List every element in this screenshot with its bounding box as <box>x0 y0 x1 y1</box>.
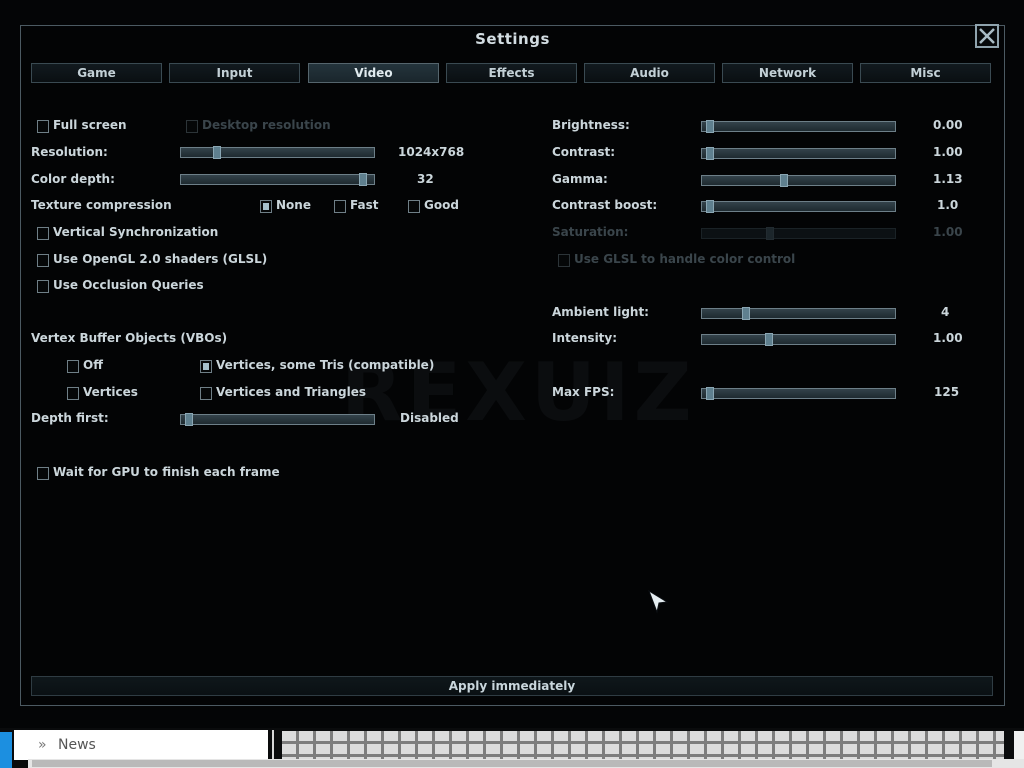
desktop-resolution-label: Desktop resolution <box>202 118 331 132</box>
dialog-title: Settings <box>475 30 550 48</box>
depth-first-slider[interactable] <box>180 413 375 426</box>
texture-fast-label: Fast <box>350 198 379 212</box>
vbo-off-label: Off <box>83 358 103 372</box>
vbo-vertices-some-tris-label: Vertices, some Tris (compatible) <box>216 358 435 372</box>
news-label: News <box>58 737 96 753</box>
saturation-slider <box>701 227 896 240</box>
tab-effects[interactable]: Effects <box>446 63 577 83</box>
vertical-scrollbar[interactable] <box>1014 731 1024 759</box>
saturation-slider-knob <box>766 227 774 240</box>
mouse-cursor-icon <box>648 590 669 614</box>
brightness-slider[interactable] <box>701 120 896 133</box>
taskbar-accent <box>0 732 12 768</box>
color-depth-slider-knob[interactable] <box>359 173 367 186</box>
depth-first-slider-knob[interactable] <box>185 413 193 426</box>
contrast-label: Contrast: <box>552 145 616 159</box>
occlusion-label: Use Occlusion Queries <box>53 278 204 292</box>
brightness-value: 0.00 <box>933 118 963 132</box>
vbo-vertices-triangles-radio[interactable] <box>200 387 212 400</box>
contrast-slider[interactable] <box>701 147 896 160</box>
texture-none-radio[interactable] <box>260 200 272 213</box>
gamma-label: Gamma: <box>552 172 608 186</box>
tab-network[interactable]: Network <box>722 63 853 83</box>
resolution-slider[interactable] <box>180 146 375 159</box>
color-depth-slider[interactable] <box>180 173 375 186</box>
saturation-value: 1.00 <box>933 225 963 239</box>
contrast-boost-label: Contrast boost: <box>552 198 658 212</box>
texture-compression-label: Texture compression <box>31 198 172 212</box>
vbo-vertices-label: Vertices <box>83 385 138 399</box>
max-fps-value: 125 <box>934 385 960 399</box>
ambient-light-label: Ambient light: <box>552 305 649 319</box>
texture-fast-radio[interactable] <box>334 200 346 213</box>
tab-audio[interactable]: Audio <box>584 63 715 83</box>
depth-first-label: Depth first: <box>31 411 109 425</box>
vbo-vertices-radio[interactable] <box>67 387 79 400</box>
texture-good-label: Good <box>424 198 459 212</box>
saturation-label: Saturation: <box>552 225 629 239</box>
intensity-slider[interactable] <box>701 333 896 346</box>
depth-first-value: Disabled <box>400 411 459 425</box>
tab-video[interactable]: Video <box>308 63 439 83</box>
full-screen-label: Full screen <box>53 118 127 132</box>
gamma-value: 1.13 <box>933 172 963 186</box>
occlusion-checkbox[interactable] <box>37 280 49 293</box>
apply-immediately-button[interactable]: Apply immediately <box>31 676 993 696</box>
ambient-light-slider-knob[interactable] <box>742 307 750 320</box>
max-fps-slider[interactable] <box>701 387 896 400</box>
double-chevron-icon: » <box>38 737 47 753</box>
close-button[interactable] <box>975 24 999 48</box>
max-fps-slider-knob[interactable] <box>706 387 714 400</box>
color-depth-value: 32 <box>417 172 434 186</box>
tile-grid-shadow <box>282 731 1004 759</box>
brightness-slider-knob[interactable] <box>706 120 714 133</box>
close-icon <box>979 28 995 44</box>
max-fps-label: Max FPS: <box>552 385 615 399</box>
ambient-light-value: 4 <box>941 305 950 319</box>
gamma-slider-knob[interactable] <box>780 174 788 187</box>
glsl-color-checkbox <box>558 254 570 267</box>
intensity-value: 1.00 <box>933 331 963 345</box>
tab-misc[interactable]: Misc <box>860 63 991 83</box>
resolution-slider-knob[interactable] <box>213 146 221 159</box>
color-depth-label: Color depth: <box>31 172 115 186</box>
contrast-boost-value: 1.0 <box>937 198 959 212</box>
resolution-label: Resolution: <box>31 145 108 159</box>
glsl-checkbox[interactable] <box>37 254 49 267</box>
brightness-label: Brightness: <box>552 118 630 132</box>
vbo-vertices-some-tris-radio[interactable] <box>200 360 212 373</box>
wait-gpu-label: Wait for GPU to finish each frame <box>53 465 280 479</box>
texture-none-label: None <box>276 198 311 212</box>
intensity-label: Intensity: <box>552 331 618 345</box>
glsl-label: Use OpenGL 2.0 shaders (GLSL) <box>53 252 268 266</box>
gamma-slider[interactable] <box>701 174 896 187</box>
texture-good-radio[interactable] <box>408 200 420 213</box>
vsync-checkbox[interactable] <box>37 227 49 240</box>
contrast-boost-slider[interactable] <box>701 200 896 213</box>
vbo-off-radio[interactable] <box>67 360 79 373</box>
vbo-vertices-triangles-label: Vertices and Triangles <box>216 385 367 399</box>
tab-game[interactable]: Game <box>31 63 162 83</box>
horizontal-scrollbar-thumb[interactable] <box>32 760 992 767</box>
resolution-value: 1024x768 <box>398 145 465 159</box>
glsl-color-label: Use GLSL to handle color control <box>574 252 796 266</box>
full-screen-checkbox[interactable] <box>37 120 49 133</box>
news-tab[interactable]: » News <box>14 730 268 760</box>
contrast-boost-slider-knob[interactable] <box>706 200 714 213</box>
vbo-label: Vertex Buffer Objects (VBOs) <box>31 331 228 345</box>
desktop-resolution-checkbox <box>186 120 198 133</box>
settings-dialog: Settings Game Input Video Effects Audio … <box>20 24 1005 706</box>
tab-input[interactable]: Input <box>169 63 300 83</box>
intensity-slider-knob[interactable] <box>765 333 773 346</box>
vsync-label: Vertical Synchronization <box>53 225 219 239</box>
contrast-slider-knob[interactable] <box>706 147 714 160</box>
ambient-light-slider[interactable] <box>701 307 896 320</box>
wait-gpu-checkbox[interactable] <box>37 467 49 480</box>
contrast-value: 1.00 <box>933 145 963 159</box>
